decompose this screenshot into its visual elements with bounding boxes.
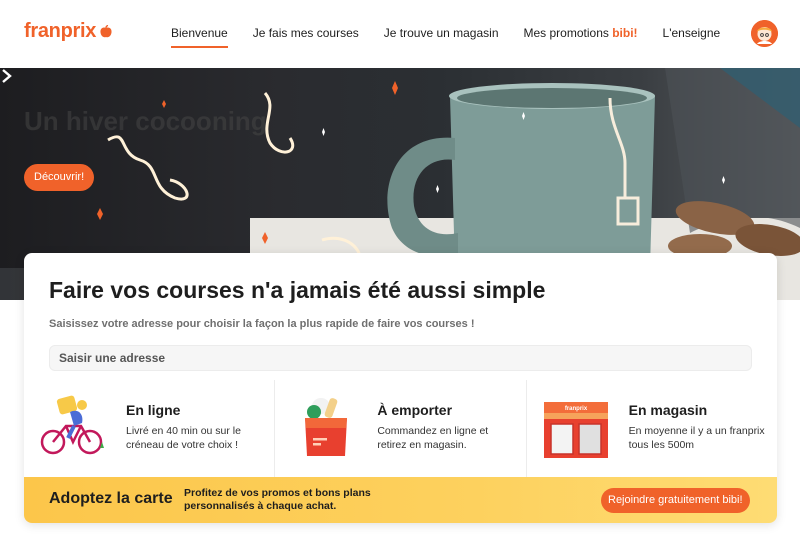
nav-enseigne[interactable]: L'enseigne — [663, 26, 721, 40]
delivery-bike-icon — [40, 395, 104, 455]
nav-je-fais-mes-courses[interactable]: Je fais mes courses — [253, 26, 359, 40]
user-avatar-icon[interactable] — [751, 20, 778, 47]
option-a-emporter[interactable]: À emporter Commandez en ligne et retirez… — [274, 380, 525, 477]
option-title: En magasin — [628, 402, 708, 418]
store-front-icon: franprix — [543, 402, 608, 458]
nav-bibi-label: bibi! — [612, 26, 638, 40]
nav-bienvenue[interactable]: Bienvenue — [171, 26, 228, 48]
nav-promotions-label: Mes promotions — [523, 26, 613, 40]
nav-mes-promotions[interactable]: Mes promotions bibi! — [524, 26, 638, 40]
option-description: Livré en 40 min ou sur le créneau de vot… — [126, 425, 241, 451]
avatar-graphic — [751, 20, 778, 47]
option-description: En moyenne il y a un franprix tous les 5… — [628, 425, 765, 451]
option-title: À emporter — [377, 402, 453, 418]
apple-logo-icon — [100, 24, 112, 37]
site-header: franprix Bienvenue Je fais mes courses J… — [0, 0, 800, 68]
shopping-options: En ligne Livré en 40 min ou sur le créne… — [24, 380, 777, 477]
loyalty-banner: Adoptez la carte Profitez de vos promos … — [24, 477, 777, 523]
address-input[interactable] — [49, 345, 752, 371]
main-nav: Bienvenue Je fais mes courses Je trouve … — [171, 26, 745, 48]
search-card: Faire vos courses n'a jamais été aussi s… — [24, 253, 777, 523]
nav-je-trouve-un-magasin[interactable]: Je trouve un magasin — [384, 26, 499, 40]
option-description: Commandez en ligne et retirez en magasin… — [377, 425, 489, 451]
shopping-bag-icon — [305, 398, 348, 456]
search-title: Faire vos courses n'a jamais été aussi s… — [49, 277, 546, 303]
franprix-logo[interactable]: franprix — [24, 20, 113, 43]
hero-title: Un hiver cocooning — [24, 106, 267, 136]
join-bibi-button[interactable]: Rejoindre gratuitement bibi! — [601, 488, 750, 513]
option-title: En ligne — [126, 402, 181, 418]
chevron-right-icon[interactable] — [0, 68, 14, 84]
loyalty-description: Profitez de vos promos et bons plans per… — [184, 487, 371, 512]
option-en-magasin[interactable]: franprix En magasin En moyenne il y a un… — [525, 380, 777, 477]
logo-text: franprix — [24, 20, 97, 42]
discover-button[interactable]: Découvrir! — [24, 164, 95, 191]
search-subtitle: Saisissez votre adresse pour choisir la … — [49, 318, 475, 330]
loyalty-title: Adoptez la carte — [49, 490, 173, 507]
svg-text:franprix: franprix — [564, 406, 587, 412]
option-en-ligne[interactable]: En ligne Livré en 40 min ou sur le créne… — [24, 380, 274, 477]
